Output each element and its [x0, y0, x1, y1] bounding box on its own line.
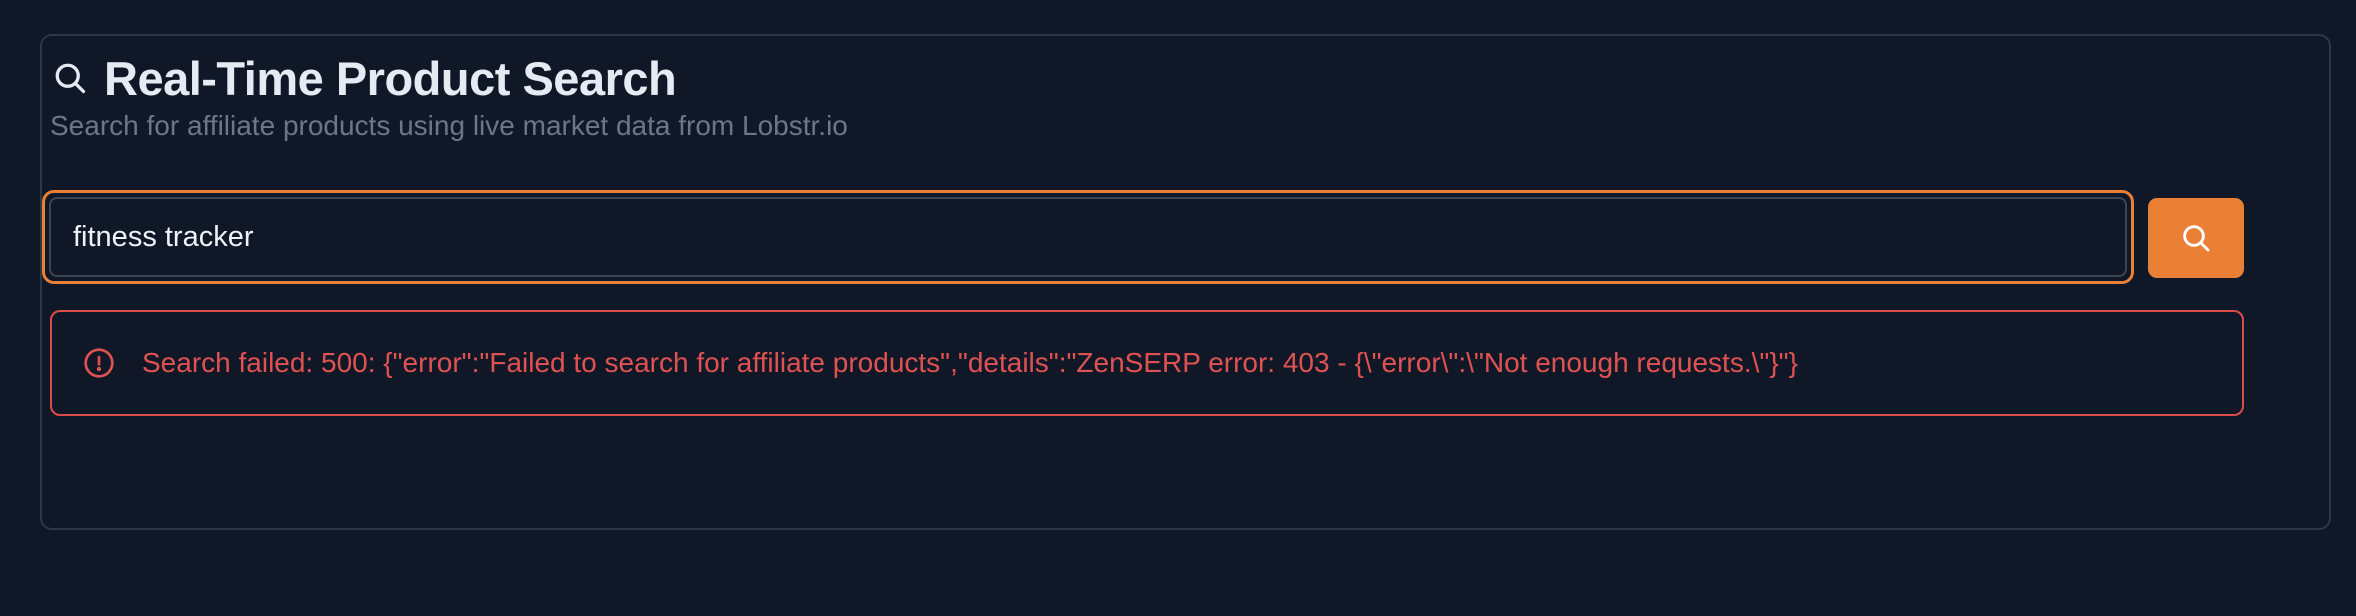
card-header: Real-Time Product Search — [50, 48, 677, 108]
error-alert: Search failed: 500: {"error":"Failed to … — [50, 310, 2244, 416]
page-title: Real-Time Product Search — [104, 51, 677, 105]
search-button[interactable] — [2148, 198, 2244, 278]
search-field-focus-ring — [42, 190, 2134, 284]
search-icon — [50, 58, 90, 98]
search-icon — [2180, 222, 2212, 254]
page-subtitle: Search for affiliate products using live… — [50, 110, 848, 141]
alert-circle-icon — [82, 346, 116, 380]
search-input[interactable] — [49, 197, 2127, 277]
error-message: Search failed: 500: {"error":"Failed to … — [142, 347, 1798, 378]
